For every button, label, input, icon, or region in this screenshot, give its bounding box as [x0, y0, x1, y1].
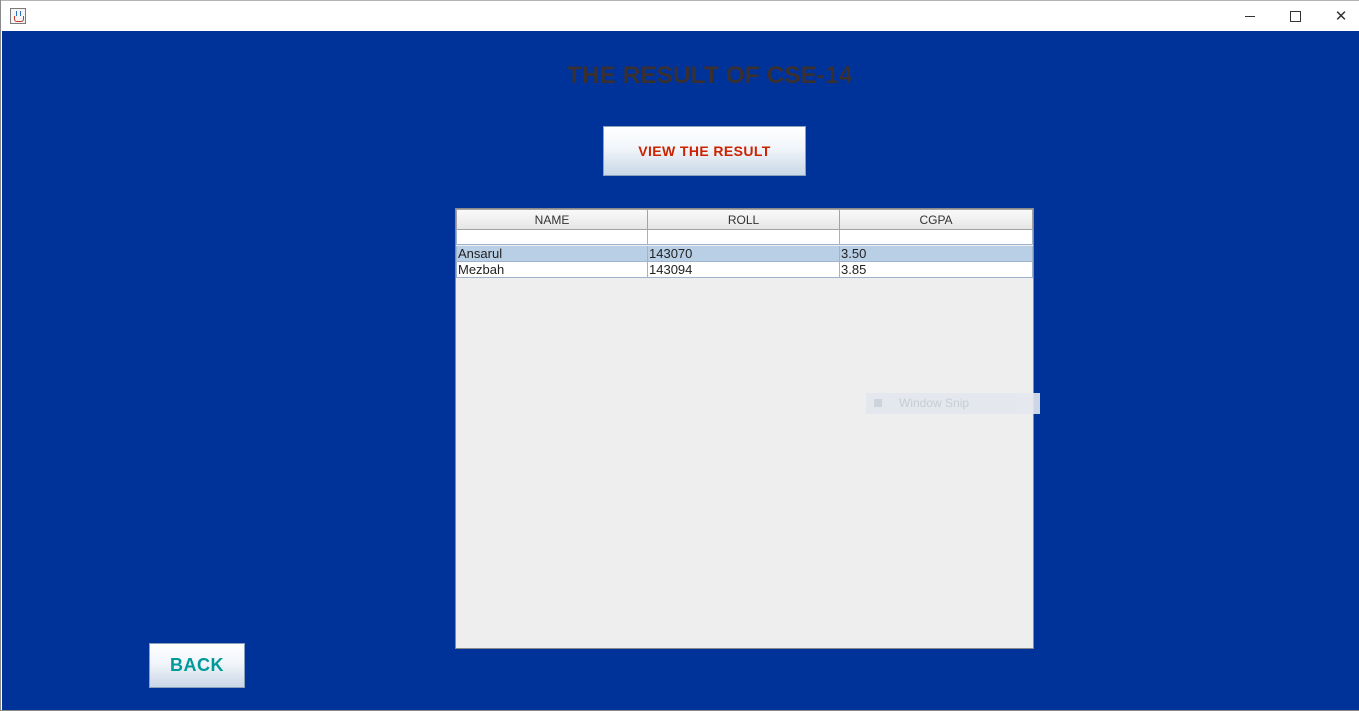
cell-name[interactable]: Ansarul: [456, 246, 648, 262]
cell-roll[interactable]: 143094: [648, 262, 840, 278]
cell-roll[interactable]: 143070: [648, 246, 840, 262]
cell-cgpa[interactable]: [840, 230, 1033, 245]
table-row[interactable]: Mezbah 143094 3.85: [456, 262, 1033, 278]
cell-name[interactable]: Mezbah: [456, 262, 648, 278]
window-snip-overlay: Window Snip: [866, 393, 1040, 414]
close-icon: ✕: [1334, 6, 1348, 25]
result-table[interactable]: NAME ROLL CGPA Ansarul 143070 3.50 Mezba…: [455, 208, 1034, 649]
snip-label: Window Snip: [899, 396, 970, 410]
cell-cgpa[interactable]: 3.85: [840, 262, 1033, 278]
view-result-button[interactable]: VIEW THE RESULT: [603, 126, 806, 176]
column-header-cgpa[interactable]: CGPA: [840, 209, 1033, 230]
app-window: ✕ THE RESULT OF CSE-14 VIEW THE RESULT N…: [0, 0, 1359, 711]
title-bar[interactable]: ✕: [1, 0, 1359, 31]
column-header-roll[interactable]: ROLL: [648, 209, 840, 230]
cell-cgpa[interactable]: 3.50: [840, 246, 1033, 262]
cell-roll[interactable]: [648, 230, 840, 245]
java-cup-icon: [10, 8, 26, 24]
back-button[interactable]: BACK: [149, 643, 245, 688]
table-header: NAME ROLL CGPA: [456, 209, 1033, 230]
cell-name[interactable]: [456, 230, 648, 245]
column-header-name[interactable]: NAME: [456, 209, 648, 230]
minimize-icon: [1245, 15, 1255, 17]
page-title: THE RESULT OF CSE-14: [567, 62, 853, 89]
maximize-button[interactable]: [1272, 1, 1318, 31]
table-row[interactable]: [456, 230, 1033, 246]
close-button[interactable]: ✕: [1318, 1, 1359, 31]
table-row-selected[interactable]: Ansarul 143070 3.50: [456, 246, 1033, 262]
minimize-button[interactable]: [1227, 1, 1273, 31]
table-body: Ansarul 143070 3.50 Mezbah 143094 3.85: [456, 230, 1033, 278]
maximize-icon: [1289, 10, 1301, 22]
snip-icon: [874, 399, 882, 407]
